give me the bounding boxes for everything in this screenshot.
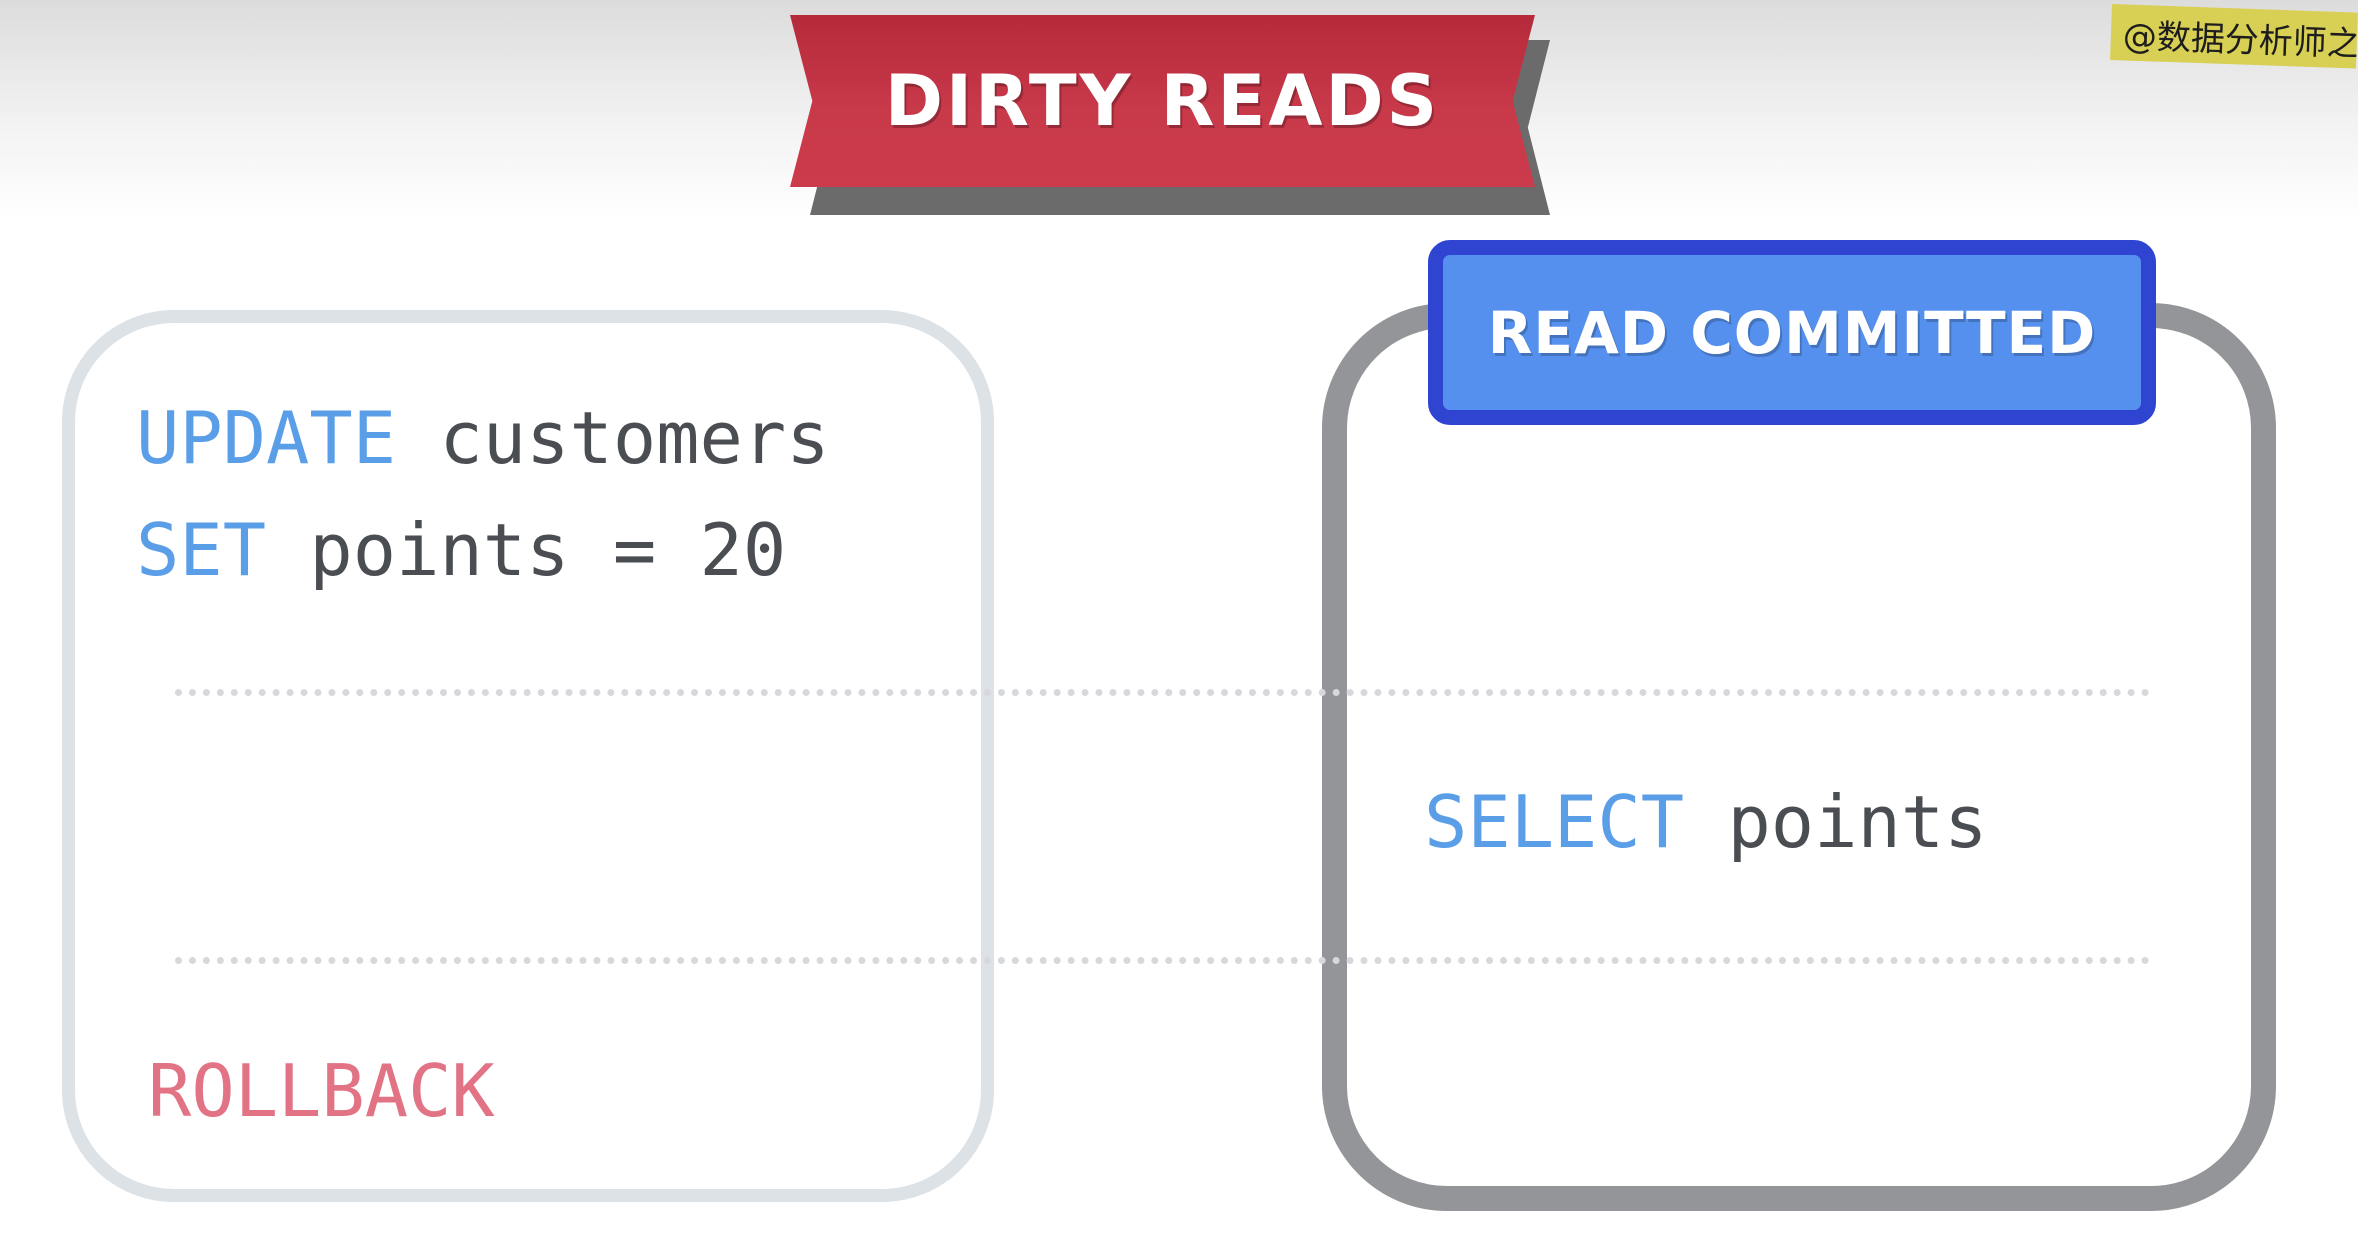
isolation-level-label: READ COMMITTED bbox=[1487, 298, 2097, 367]
watermark-label: @数据分析师之 bbox=[2110, 4, 2358, 69]
sql-keyword-rollback: ROLLBACK bbox=[148, 1049, 495, 1133]
sql-keyword-update: UPDATE bbox=[136, 396, 397, 480]
code-line-set: SET points = 20 bbox=[136, 514, 786, 586]
title-ribbon: DIRTY READS bbox=[790, 15, 1535, 187]
sql-text-points: points bbox=[1684, 780, 1988, 864]
sql-keyword-set: SET bbox=[136, 508, 267, 592]
isolation-level-badge: READ COMMITTED bbox=[1428, 240, 2156, 425]
code-line-update: UPDATE customers bbox=[136, 402, 830, 474]
page-title: DIRTY READS bbox=[884, 60, 1441, 142]
timeline-divider-1 bbox=[175, 689, 2150, 696]
transaction-b-box bbox=[1322, 303, 2276, 1211]
sql-keyword-select: SELECT bbox=[1424, 780, 1685, 864]
timeline-divider-2 bbox=[175, 957, 2150, 964]
code-line-rollback: ROLLBACK bbox=[148, 1055, 495, 1127]
sql-text-points-assignment: points = 20 bbox=[266, 508, 787, 592]
code-line-select: SELECT points bbox=[1424, 786, 1988, 858]
sql-text-customers: customers bbox=[396, 396, 830, 480]
